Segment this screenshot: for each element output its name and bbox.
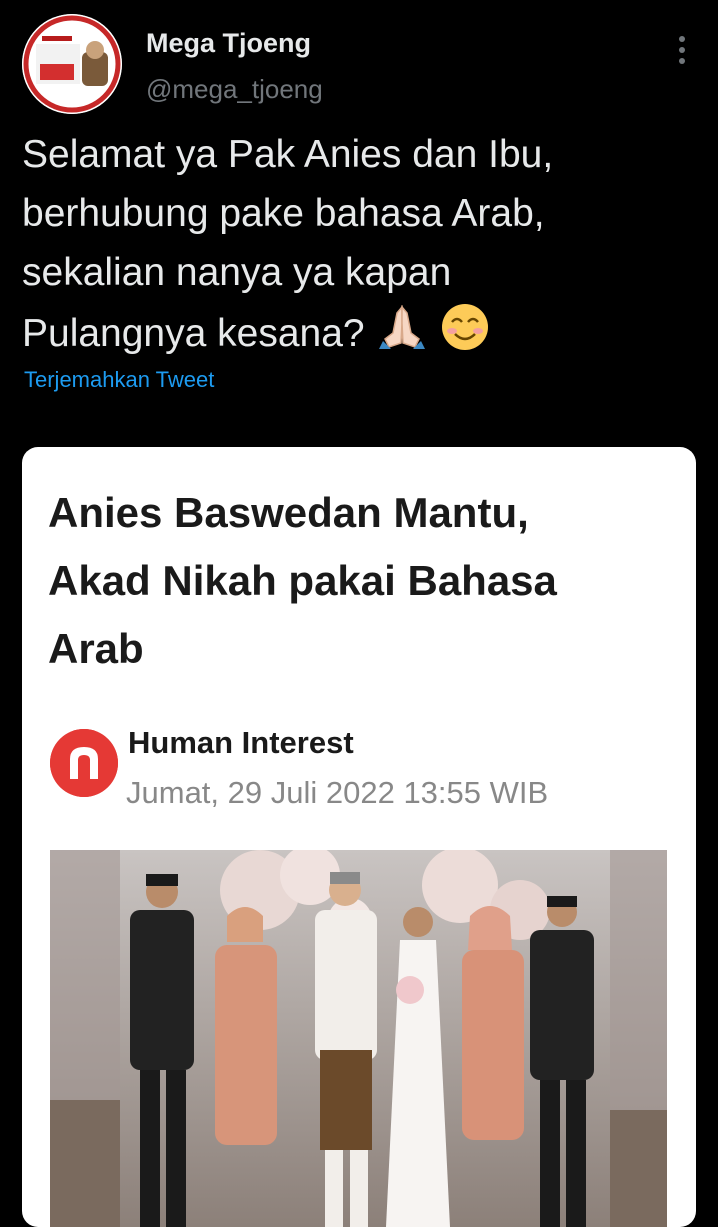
smiling-face-icon — [440, 302, 490, 369]
article-photo[interactable] — [50, 850, 667, 1227]
tweet-text-segment: Pulangnya kesana? — [22, 311, 365, 355]
source-logo-icon — [50, 729, 118, 797]
article-headline: Anies Baswedan Mantu, Akad Nikah pakai B… — [48, 479, 678, 683]
tweet-text-line: Pulangnya kesana? — [22, 302, 682, 369]
avatar[interactable] — [22, 14, 122, 114]
headline-line: Arab — [48, 625, 144, 672]
tweet-text-line: berhubung pake bahasa Arab, — [22, 192, 545, 235]
headline-line: Akad Nikah pakai Bahasa — [48, 557, 557, 604]
folded-hands-icon — [375, 303, 429, 368]
avatar-image — [22, 14, 122, 114]
article-date: Jumat, 29 Juli 2022 13:55 WIB — [126, 775, 549, 810]
wedding-photo-image — [50, 850, 667, 1227]
author-name[interactable]: Mega Tjoeng — [146, 28, 311, 59]
more-options-icon[interactable] — [664, 30, 700, 70]
headline-line: Anies Baswedan Mantu, — [48, 489, 529, 536]
translate-tweet-link[interactable]: Terjemahkan Tweet — [24, 367, 214, 393]
tweet-text-line: Selamat ya Pak Anies dan Ibu, — [22, 133, 554, 176]
author-handle[interactable]: @mega_tjoeng — [146, 74, 323, 105]
tweet-text-line: sekalian nanya ya kapan — [22, 251, 452, 294]
tweet-text: Selamat ya Pak Anies dan Ibu, berhubung … — [22, 125, 682, 369]
source-name: Human Interest — [128, 725, 354, 760]
article-card[interactable]: Anies Baswedan Mantu, Akad Nikah pakai B… — [22, 447, 696, 1227]
